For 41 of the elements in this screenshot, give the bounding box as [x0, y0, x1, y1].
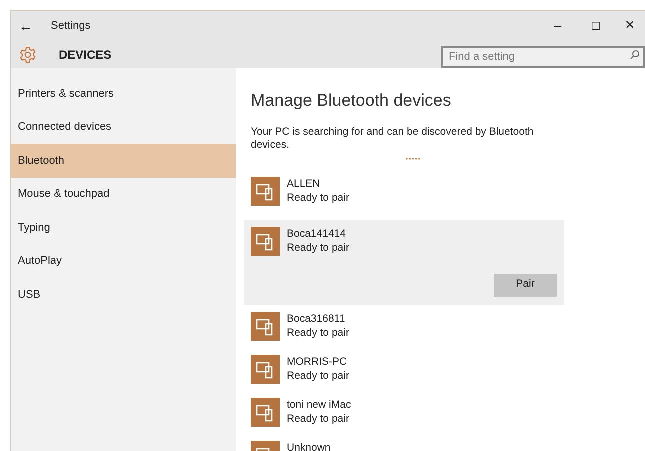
sidebar-item[interactable]: USB: [11, 278, 236, 312]
device-status: Ready to pair: [287, 190, 350, 204]
device-item[interactable]: toni new iMac Ready to pair: [244, 398, 564, 440]
device-icon: [251, 354, 280, 384]
sidebar-item[interactable]: Printers & scanners: [11, 77, 236, 110]
device-item[interactable]: MORRIS-PC Ready to pair: [244, 354, 564, 398]
maximize-button[interactable]: □: [577, 16, 615, 36]
description-text: Your PC is searching for and can be discovered by Bluetooth devices.: [251, 126, 535, 152]
device-name: Boca141414: [287, 226, 346, 240]
device-item[interactable]: Boca141414 Ready to pair Pair: [244, 220, 564, 304]
device-item[interactable]: Boca316811 Ready to pair: [244, 312, 564, 354]
sidebar-item[interactable]: Connected devices: [11, 110, 236, 144]
gear-icon: [19, 46, 37, 64]
sidebar-item[interactable]: Typing: [11, 211, 236, 244]
search-field[interactable]: Find a setting: [441, 46, 645, 68]
sidebar-item[interactable]: Mouse & touchpad: [11, 178, 236, 211]
sidebar-item[interactable]: AutoPlay: [11, 244, 236, 278]
device-name: Boca316811: [287, 312, 346, 326]
pair-button[interactable]: Pair: [494, 274, 557, 296]
minimize-button[interactable]: –: [539, 16, 577, 36]
device-icon: [251, 312, 280, 340]
device-item[interactable]: ALLEN Ready to pair: [244, 176, 564, 220]
device-status: Ready to pair: [287, 412, 350, 426]
device-name: MORRIS-PC: [287, 354, 348, 368]
device-icon: [251, 176, 280, 206]
device-status: Ready to pair: [287, 368, 350, 382]
device-item[interactable]: Unknown: [244, 440, 564, 451]
page-title: DEVICES: [59, 46, 112, 64]
section-heading: Manage Bluetooth devices: [251, 90, 452, 112]
device-name: toni new iMac: [287, 398, 352, 412]
device-icon: [251, 226, 280, 256]
sidebar-item[interactable]: Bluetooth: [11, 144, 236, 178]
device-name: Unknown: [287, 440, 331, 451]
device-status: Ready to pair: [287, 326, 350, 340]
device-icon: [251, 398, 280, 426]
search-icon: [630, 50, 640, 60]
device-name: ALLEN: [287, 176, 320, 190]
device-status: Ready to pair: [287, 240, 350, 254]
window-title: Settings: [51, 18, 91, 34]
back-button[interactable]: ←: [11, 16, 41, 36]
close-button[interactable]: ×: [615, 14, 645, 38]
